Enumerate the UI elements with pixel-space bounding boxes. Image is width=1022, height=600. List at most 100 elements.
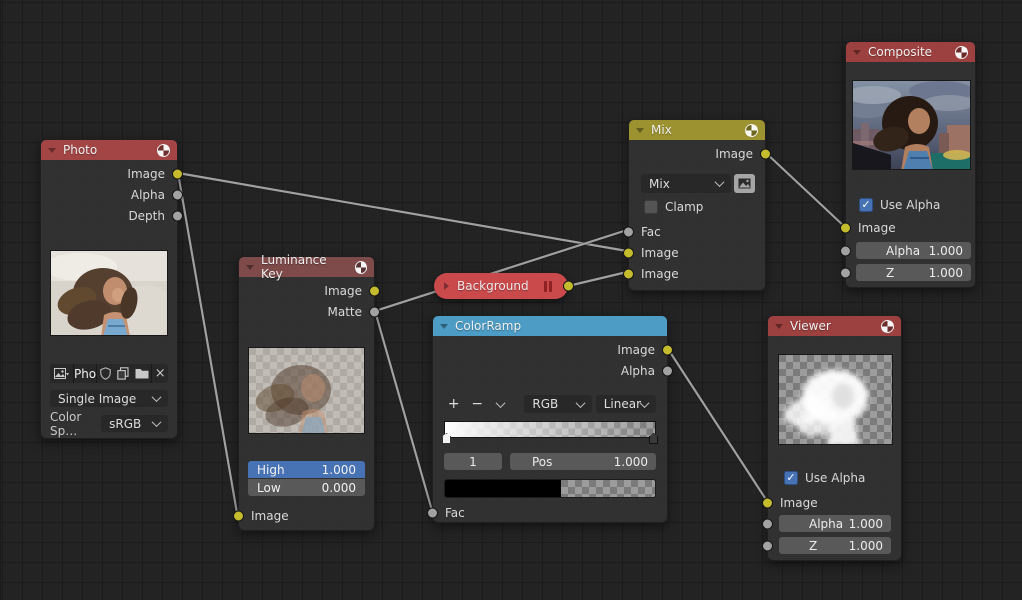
node-colorramp-header[interactable]: ColorRamp [433, 316, 667, 336]
socket-image-input[interactable] [233, 510, 244, 521]
preview-sphere-icon[interactable] [881, 320, 894, 333]
open-image-folder-button[interactable] [132, 364, 151, 383]
socket-row: Depth [41, 205, 177, 226]
preview-sphere-icon[interactable] [157, 144, 170, 157]
collapse-icon[interactable] [440, 324, 448, 329]
socket-alpha-input[interactable] [840, 245, 851, 256]
ramp-options-dropdown[interactable] [491, 401, 510, 408]
add-stop-button[interactable]: + [444, 396, 463, 412]
use-alpha-checkbox[interactable]: ✓ [859, 198, 873, 212]
link-colorramp.image_out-to-viewer.image_in[interactable] [668, 349, 767, 501]
z-value-field[interactable]: Z 1.000 [856, 264, 971, 281]
node-photo-header[interactable]: Photo [41, 140, 177, 160]
socket-row: Fac [629, 221, 765, 242]
node-composite-header[interactable]: Composite [846, 42, 975, 62]
socket-alpha-input[interactable] [762, 518, 773, 529]
expand-icon[interactable] [444, 282, 449, 290]
blend-row: Mix [641, 174, 755, 193]
socket-row: Z 1.000 [779, 537, 891, 554]
node-title: Mix [651, 123, 672, 137]
color-space-label: Color Sp… [50, 410, 101, 438]
socket-image-input[interactable] [840, 222, 851, 233]
socket-image-input[interactable] [762, 497, 773, 508]
socket-image-output[interactable] [369, 285, 380, 296]
socket-image-output[interactable] [760, 148, 771, 159]
stop-position-field[interactable]: Pos 1.000 [510, 453, 656, 470]
photo-preview-image [50, 250, 168, 336]
socket-row: Image [433, 339, 667, 360]
use-alpha-checkbox[interactable]: ✓ [784, 471, 798, 485]
color-ramp-gradient[interactable] [444, 421, 656, 438]
link-mix.image_out-to-composite.image_in[interactable] [766, 153, 845, 227]
collapse-icon[interactable] [775, 324, 783, 329]
use-alpha-image-toggle[interactable] [734, 174, 755, 193]
node-luminance-key[interactable]: Luminance Key Image Matte High [238, 256, 375, 531]
unlink-x-button[interactable]: × [152, 364, 168, 383]
image-name-field[interactable]: Pho [74, 364, 96, 383]
socket-alpha-output[interactable] [172, 189, 183, 200]
socket-depth-output[interactable] [172, 210, 183, 221]
socket-image1-input[interactable] [623, 247, 634, 258]
input-label: Image [641, 246, 679, 260]
link-photo.image_out-to-mix.image1_in[interactable] [178, 173, 627, 251]
node-luminance-key-header[interactable]: Luminance Key [239, 257, 374, 277]
socket-row: Z 1.000 [856, 264, 971, 281]
node-colorramp[interactable]: ColorRamp Image Alpha + − RGB Linear [432, 315, 668, 523]
link-lumkey.matte_out-to-colorramp.fac_in[interactable] [375, 311, 431, 507]
collapse-icon[interactable] [636, 128, 644, 133]
low-slider[interactable]: Low 0.000 [248, 479, 365, 496]
interpolation-dropdown[interactable]: Linear [596, 395, 656, 413]
remove-stop-button[interactable]: − [467, 396, 486, 412]
node-editor-canvas[interactable]: Photo Image Alpha Depth [0, 0, 1022, 600]
clamp-checkbox[interactable] [644, 200, 658, 214]
color-mode-dropdown[interactable]: RGB [524, 395, 591, 413]
socket-fac-input[interactable] [623, 226, 634, 237]
preview-sphere-icon[interactable] [355, 261, 367, 274]
stop-color-swatch[interactable] [444, 479, 656, 498]
link-background.out-to-mix.image2_in[interactable] [568, 272, 627, 286]
high-slider[interactable]: High 1.000 [248, 461, 365, 478]
socket-row: Image [629, 242, 765, 263]
color-space-dropdown[interactable]: sRGB [101, 415, 168, 432]
image-icon [738, 178, 751, 189]
new-image-copy-button[interactable] [115, 364, 133, 383]
z-value-field[interactable]: Z 1.000 [779, 537, 891, 554]
socket-z-input[interactable] [762, 540, 773, 551]
preview-sphere-icon[interactable] [745, 124, 758, 137]
collapse-icon[interactable] [48, 148, 56, 153]
input-label: Image [251, 509, 289, 523]
node-mix-header[interactable]: Mix [629, 120, 765, 140]
link-photo.image_out-to-lumkey.image_in[interactable] [178, 173, 237, 513]
socket-image-output[interactable] [172, 168, 183, 179]
image-browse-button[interactable] [50, 364, 73, 383]
collapse-icon[interactable] [853, 50, 861, 55]
socket-row: Image [629, 143, 765, 164]
blend-mode-dropdown[interactable]: Mix [641, 174, 731, 193]
alpha-value-field[interactable]: Alpha 1.000 [779, 515, 891, 532]
node-viewer[interactable]: Viewer ✓ Use Alpha Image [767, 315, 902, 561]
node-background-collapsed[interactable]: Background [434, 273, 568, 299]
socket-image-output[interactable] [662, 344, 673, 355]
collapse-icon[interactable] [246, 265, 254, 270]
node-title: ColorRamp [455, 319, 521, 333]
socket-image2-input[interactable] [623, 268, 634, 279]
socket-row: Alpha 1.000 [779, 515, 891, 532]
swatch-alpha-half [561, 480, 656, 497]
output-label: Image [127, 167, 165, 181]
node-photo[interactable]: Photo Image Alpha Depth [40, 139, 178, 439]
socket-background-output[interactable] [563, 281, 574, 292]
socket-matte-output[interactable] [369, 306, 380, 317]
alpha-value-field[interactable]: Alpha 1.000 [856, 242, 971, 259]
output-label: Depth [128, 209, 165, 223]
socket-fac-input[interactable] [427, 507, 438, 518]
node-viewer-header[interactable]: Viewer [768, 316, 901, 336]
fake-user-shield-button[interactable] [97, 364, 115, 383]
socket-z-input[interactable] [840, 267, 851, 278]
preview-sphere-icon[interactable] [955, 46, 968, 59]
active-stop-index-field[interactable]: 1 [444, 453, 502, 470]
chevron-down-icon [640, 398, 650, 408]
image-source-dropdown[interactable]: Single Image [50, 390, 168, 407]
node-mix[interactable]: Mix Image Mix Clamp [628, 119, 766, 291]
node-composite[interactable]: Composite [845, 41, 976, 288]
socket-alpha-output[interactable] [662, 365, 673, 376]
